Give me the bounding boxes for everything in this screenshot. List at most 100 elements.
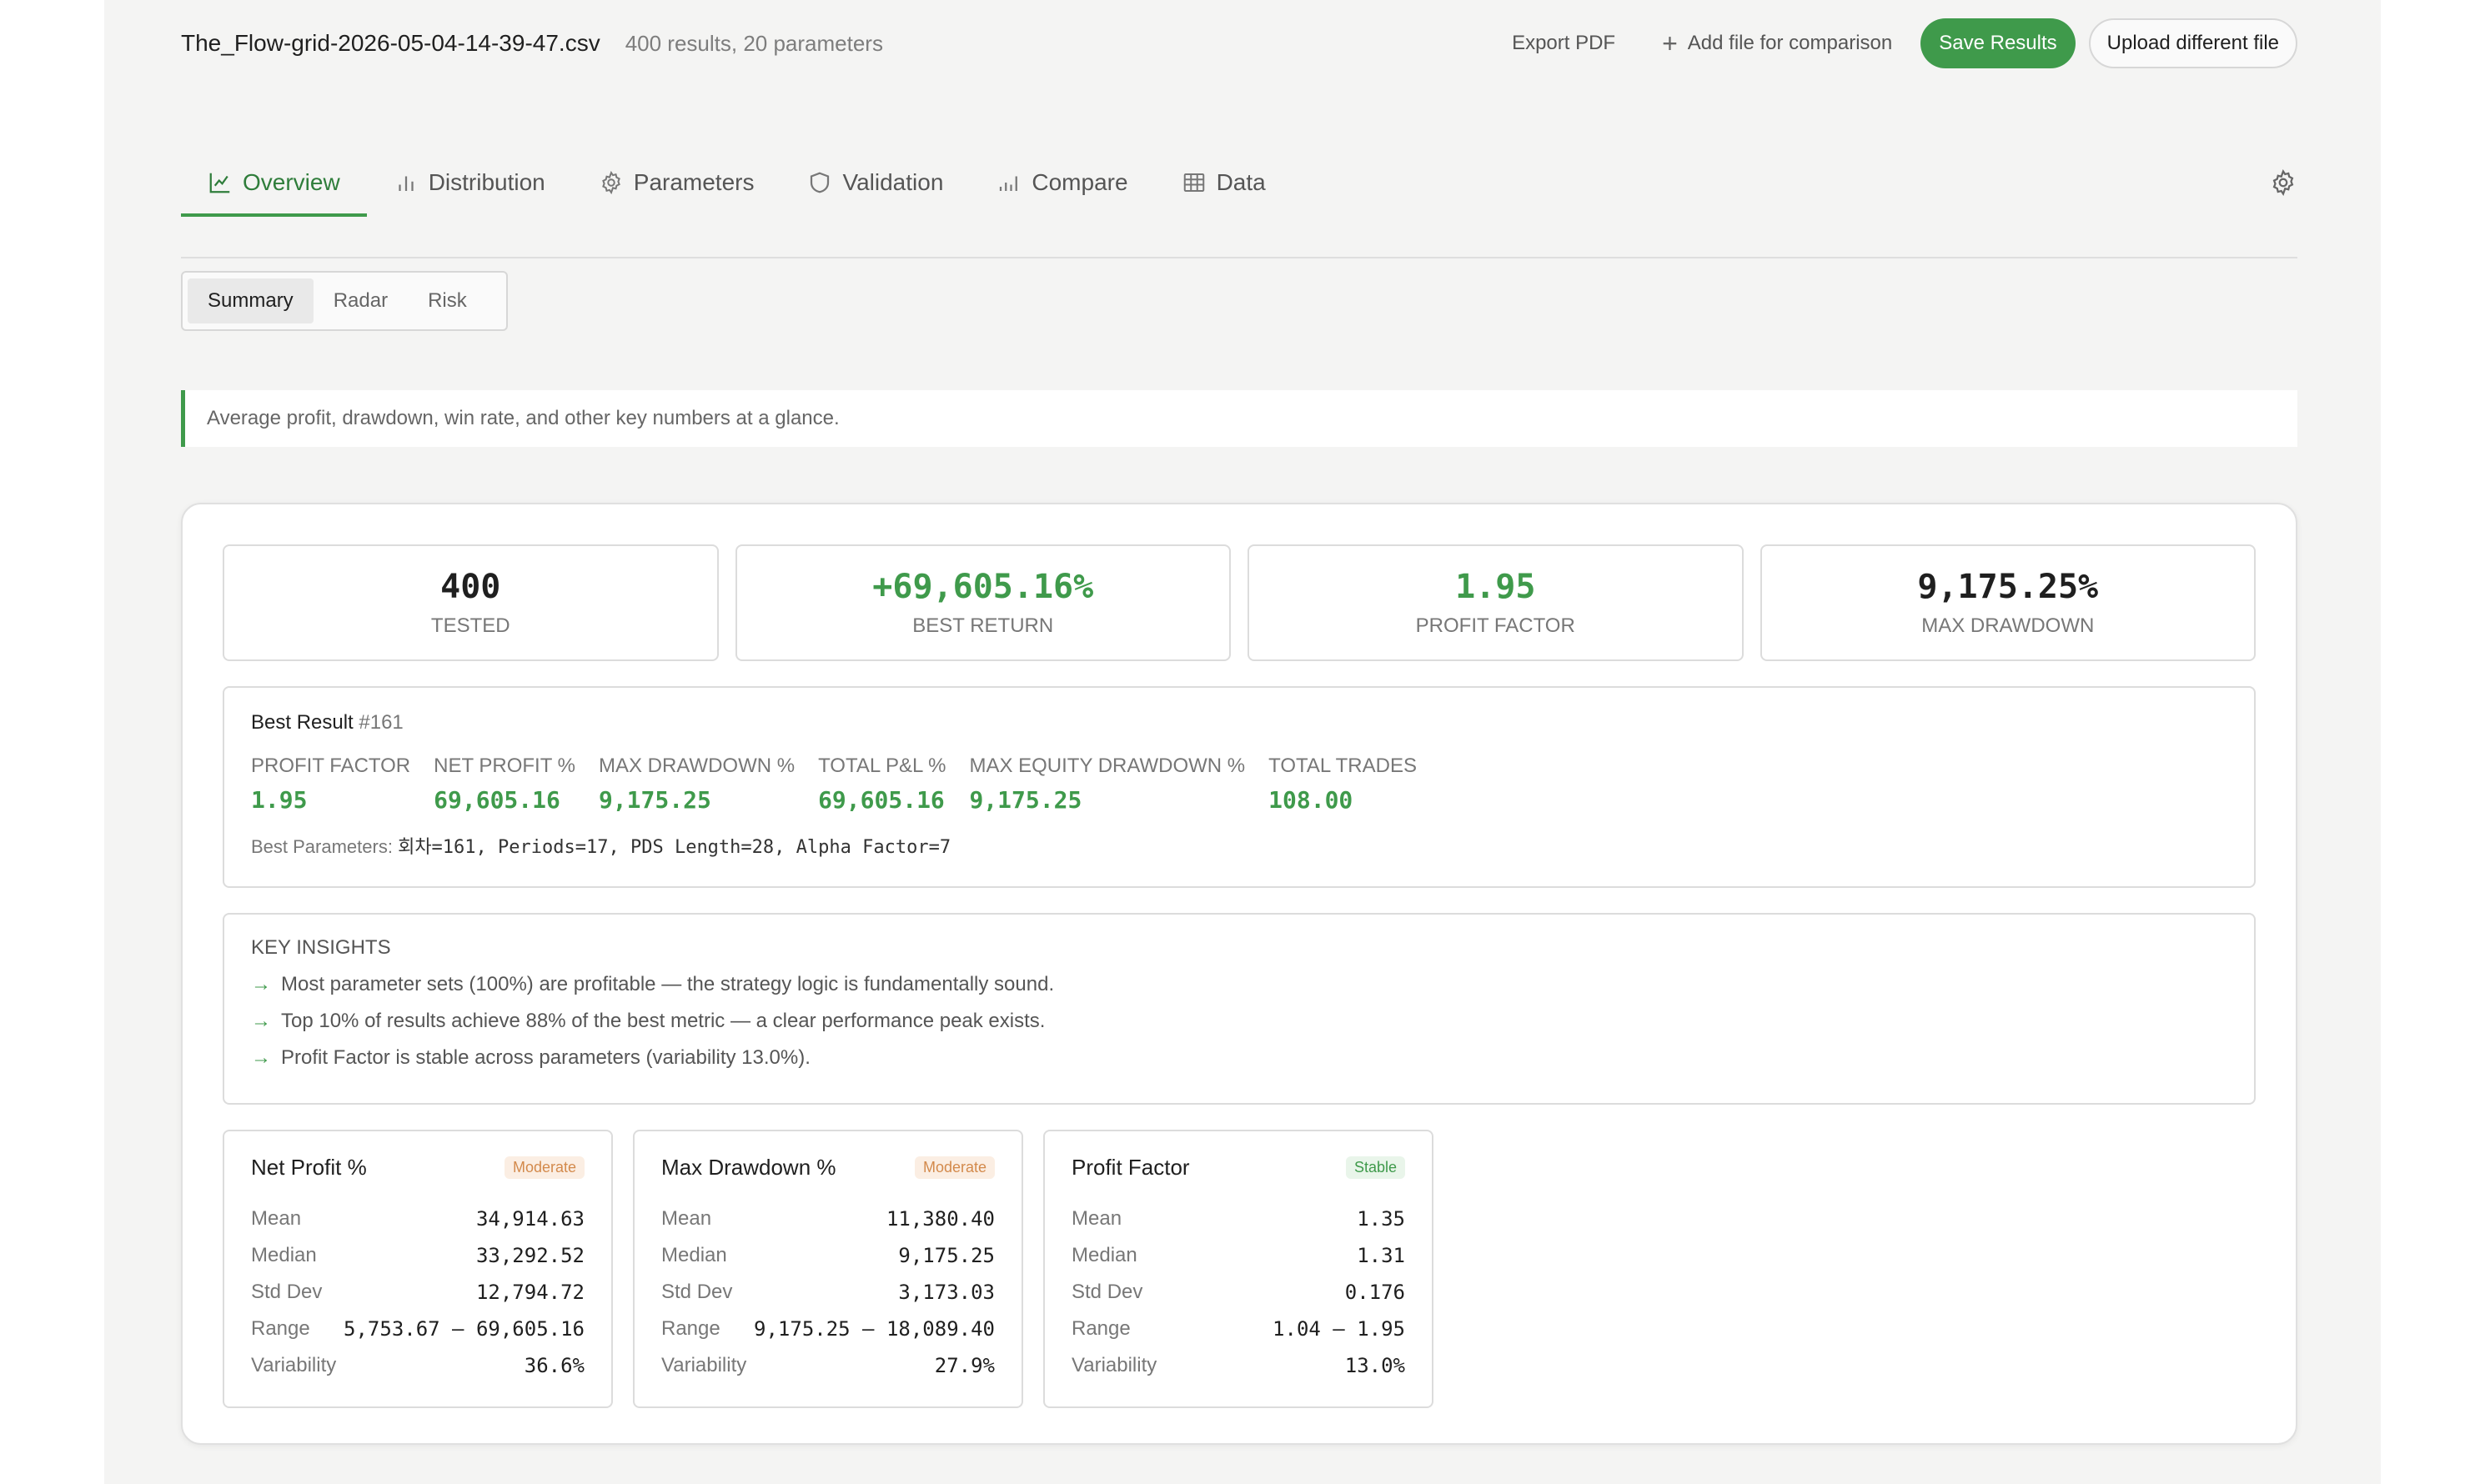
tab-validation[interactable]: Validation (781, 150, 970, 215)
row-value: 33,292.52 (475, 1244, 585, 1267)
stat-row-median: Median 33,292.52 (251, 1237, 585, 1274)
arrow-right-icon: → (251, 1046, 271, 1069)
distribution-cards: Net Profit % Moderate Mean 34,914.63 Medi… (223, 1130, 1433, 1408)
insight-item: → Top 10% of results achieve 88% of the … (251, 1010, 2227, 1033)
stat-label: PROFIT FACTOR (1415, 614, 1575, 637)
export-pdf-label: Export PDF (1512, 32, 1616, 54)
stat-tested: 400 TESTED (223, 544, 719, 661)
best-metrics: PROFIT FACTOR 1.95 NET PROFIT % 69,605.1… (251, 755, 2227, 814)
subtab-risk[interactable]: Risk (408, 278, 487, 323)
metric-label: TOTAL P&L % (818, 755, 946, 777)
row-label: Median (661, 1244, 727, 1266)
insight-text: Most parameter sets (100%) are profitabl… (281, 973, 1055, 995)
row-value: 1.04 — 1.95 (1273, 1317, 1405, 1341)
row-label: Variability (251, 1354, 337, 1376)
stat-value: 400 (440, 568, 501, 606)
row-label: Mean (1072, 1207, 1122, 1230)
save-results-button[interactable]: Save Results (1920, 18, 2076, 68)
stat-label: TESTED (430, 614, 510, 637)
row-value: 34,914.63 (475, 1207, 585, 1231)
summary-card: 400 TESTED +69,605.16% BEST RETURN 1.95 … (181, 503, 2297, 1445)
export-pdf-button[interactable]: Export PDF (1512, 32, 1615, 55)
row-label: Std Dev (1072, 1281, 1143, 1303)
best-result-panel: Best Result #161 PROFIT FACTOR 1.95 NET … (223, 686, 2256, 888)
subtab-summary[interactable]: Summary (188, 278, 314, 323)
dist-card-header: Profit Factor Stable (1072, 1155, 1405, 1181)
stat-max-drawdown: 9,175.25% MAX DRAWDOWN (1760, 544, 2256, 661)
row-label: Std Dev (661, 1281, 733, 1303)
shield-icon (811, 172, 830, 193)
row-value: 13.0% (1344, 1354, 1405, 1377)
row-label: Variability (661, 1354, 747, 1376)
tab-row: Overview Distribution Parameters Validat… (181, 150, 2297, 217)
metric-profit-factor: PROFIT FACTOR 1.95 (251, 755, 410, 814)
tab-parameters[interactable]: Parameters (572, 150, 781, 215)
stat-row-median: Median 9,175.25 (661, 1237, 995, 1274)
metric-net-profit: NET PROFIT % 69,605.16 (434, 755, 575, 814)
best-parameters: Best Parameters: 회차=161, Periods=17, PDS… (251, 832, 2227, 859)
plus-icon: + (1662, 28, 1678, 58)
insight-item: → Profit Factor is stable across paramet… (251, 1046, 2227, 1070)
best-result-title: Best Result #161 (251, 711, 2227, 734)
metric-value: 108.00 (1268, 786, 1353, 814)
metric-value: 9,175.25 (969, 786, 1082, 814)
stat-row-variability: Variability 13.0% (1072, 1347, 1405, 1384)
insight-text: Top 10% of results achieve 88% of the be… (281, 1010, 1046, 1032)
metric-total-pnl: TOTAL P&L % 69,605.16 (818, 755, 946, 814)
insight-text: Profit Factor is stable across parameter… (281, 1046, 811, 1069)
summary-inner: 400 TESTED +69,605.16% BEST RETURN 1.95 … (223, 544, 2256, 1408)
header-actions: Export PDF + Add file for comparison Sav… (1512, 18, 2297, 68)
row-value: 27.9% (934, 1354, 995, 1377)
row-label: Variability (1072, 1354, 1157, 1376)
metric-label: NET PROFIT % (434, 755, 575, 777)
stat-row-variability: Variability 27.9% (661, 1347, 995, 1384)
add-file-label: Add file for comparison (1687, 32, 1893, 54)
metric-label: TOTAL TRADES (1268, 755, 1417, 777)
row-value: 36.6% (524, 1354, 585, 1377)
tab-distribution[interactable]: Distribution (367, 150, 572, 215)
dist-card-title: Net Profit % (251, 1155, 367, 1180)
stat-value: +69,605.16% (872, 568, 1094, 606)
tab-label: Data (1216, 169, 1266, 195)
settings-gear-icon[interactable] (2269, 168, 2297, 201)
tab-data[interactable]: Data (1155, 150, 1293, 215)
arrow-right-icon: → (251, 1010, 271, 1032)
metric-value: 69,605.16 (434, 786, 560, 814)
row-value: 0.176 (1344, 1281, 1405, 1304)
metric-value: 9,175.25 (598, 786, 711, 814)
stat-row-range: Range 9,175.25 — 18,089.40 (661, 1311, 995, 1347)
upload-file-button[interactable]: Upload different file (2088, 18, 2297, 68)
metric-label: MAX EQUITY DRAWDOWN % (969, 755, 1246, 777)
dist-card-title: Profit Factor (1072, 1155, 1190, 1180)
best-parameters-value: 회차=161, Periods=17, PDS Length=28, Alpha… (398, 837, 951, 858)
dist-card-max-drawdown: Max Drawdown % Moderate Mean 11,380.40 Me… (633, 1130, 1023, 1408)
compare-bars-icon (1000, 176, 1018, 191)
row-label: Mean (251, 1207, 302, 1230)
row-value: 9,175.25 (898, 1244, 995, 1267)
insights-title: KEY INSIGHTS (251, 936, 391, 959)
status-badge: Stable (1345, 1156, 1405, 1179)
table-icon (1183, 173, 1204, 192)
description-hint: Average profit, drawdown, win rate, and … (181, 390, 2297, 447)
stat-best-return: +69,605.16% BEST RETURN (735, 544, 1231, 661)
stat-row-mean: Mean 11,380.40 (661, 1201, 995, 1237)
dist-card-net-profit: Net Profit % Moderate Mean 34,914.63 Medi… (223, 1130, 613, 1408)
stat-row-range: Range 1.04 — 1.95 (1072, 1311, 1405, 1347)
main-tabs: Overview Distribution Parameters Validat… (181, 150, 2297, 258)
app-window: The_Flow-grid-2026-05-04-14-39-47.csv 40… (104, 0, 2381, 1484)
file-meta: 400 results, 20 parameters (625, 30, 883, 56)
subtab-radar[interactable]: Radar (314, 278, 408, 323)
row-value: 9,175.25 — 18,089.40 (754, 1317, 995, 1341)
tab-compare[interactable]: Compare (970, 150, 1154, 215)
row-value: 11,380.40 (886, 1207, 995, 1231)
metric-max-equity-drawdown: MAX EQUITY DRAWDOWN % 9,175.25 (969, 755, 1245, 814)
row-value: 5,753.67 — 69,605.16 (344, 1317, 585, 1341)
row-label: Median (1072, 1244, 1137, 1266)
stat-profit-factor: 1.95 PROFIT FACTOR (1248, 544, 1744, 661)
stat-row-std-dev: Std Dev 0.176 (1072, 1274, 1405, 1311)
arrow-right-icon: → (251, 973, 271, 995)
best-parameters-label: Best Parameters: (251, 836, 393, 857)
tab-overview[interactable]: Overview (181, 150, 367, 217)
stat-row-mean: Mean 34,914.63 (251, 1201, 585, 1237)
add-file-button[interactable]: + Add file for comparison (1662, 30, 1892, 57)
